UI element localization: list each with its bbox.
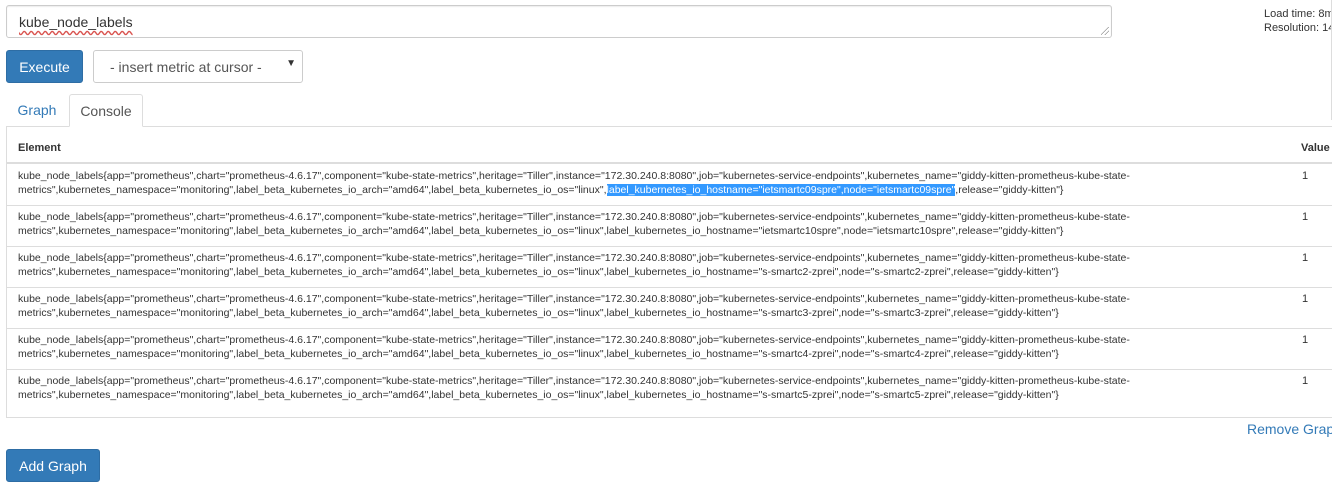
element-cell: kube_node_labels{app="prometheus",chart=… [18, 333, 1218, 361]
expression-input[interactable]: kube_node_labels [6, 5, 1112, 38]
value-cell: 1 [1302, 334, 1309, 346]
tab-console[interactable]: Console [69, 94, 143, 127]
element-text: metrics",kubernetes_namespace="monitorin… [18, 266, 1059, 278]
element-text: kube_node_labels{app="prometheus",chart=… [18, 293, 1130, 305]
element-cell: kube_node_labels{app="prometheus",chart=… [18, 292, 1218, 320]
table-row: kube_node_labels{app="prometheus",chart=… [7, 246, 1332, 287]
element-cell: kube_node_labels{app="prometheus",chart=… [18, 169, 1218, 197]
value-cell: 1 [1302, 170, 1309, 182]
element-text-part: metrics",kubernetes_namespace="monitorin… [18, 184, 607, 196]
element-text-part: ,release="giddy-kitten"} [955, 184, 1064, 196]
element-cell: kube_node_labels{app="prometheus",chart=… [18, 374, 1218, 402]
expression-text: kube_node_labels [19, 14, 133, 30]
table-header: Element Value [7, 126, 1332, 164]
resolution: Resolution: 14 [1264, 22, 1332, 34]
column-header-element: Element [18, 142, 61, 154]
element-text: metrics",kubernetes_namespace="monitorin… [18, 183, 1218, 197]
query-stats: Load time: 8m Resolution: 14 [1264, 7, 1332, 35]
insert-metric-select[interactable]: - insert metric at cursor - ▼ [93, 50, 303, 83]
tab-bar: Graph Console [6, 94, 1332, 127]
resize-grip-icon[interactable] [1101, 27, 1109, 35]
element-text: kube_node_labels{app="prometheus",chart=… [18, 334, 1130, 346]
table-row: kube_node_labels{app="prometheus",chart=… [7, 164, 1332, 205]
element-text: kube_node_labels{app="prometheus",chart=… [18, 252, 1130, 264]
console-panel: Element Value kube_node_labels{app="prom… [6, 126, 1332, 418]
remove-graph-link[interactable]: Remove Grap [1247, 421, 1332, 437]
row-divider [7, 328, 1332, 329]
row-divider [7, 287, 1332, 288]
table-row: kube_node_labels{app="prometheus",chart=… [7, 287, 1332, 328]
value-cell: 1 [1302, 293, 1309, 305]
element-cell: kube_node_labels{app="prometheus",chart=… [18, 210, 1218, 238]
element-cell: kube_node_labels{app="prometheus",chart=… [18, 251, 1218, 279]
insert-metric-select-value: - insert metric at cursor - [110, 59, 262, 75]
row-divider [7, 369, 1332, 370]
element-text: kube_node_labels{app="prometheus",chart=… [18, 211, 1130, 223]
column-header-value: Value [1301, 142, 1330, 154]
element-text: metrics",kubernetes_namespace="monitorin… [18, 389, 1059, 401]
element-text: metrics",kubernetes_namespace="monitorin… [18, 225, 1064, 237]
value-cell: 1 [1302, 375, 1309, 387]
value-cell: 1 [1302, 211, 1309, 223]
table-row: kube_node_labels{app="prometheus",chart=… [7, 328, 1332, 369]
element-text: metrics",kubernetes_namespace="monitorin… [18, 348, 1059, 360]
table-row: kube_node_labels{app="prometheus",chart=… [7, 205, 1332, 246]
add-graph-button[interactable]: Add Graph [6, 449, 100, 482]
element-text: metrics",kubernetes_namespace="monitorin… [18, 307, 1059, 319]
tab-graph[interactable]: Graph [6, 94, 68, 126]
row-divider [7, 205, 1332, 206]
element-text: kube_node_labels{app="prometheus",chart=… [18, 170, 1130, 182]
value-cell: 1 [1302, 252, 1309, 264]
row-divider [7, 246, 1332, 247]
table-row: kube_node_labels{app="prometheus",chart=… [7, 369, 1332, 410]
element-text: kube_node_labels{app="prometheus",chart=… [18, 375, 1130, 387]
caret-down-icon: ▼ [286, 58, 296, 69]
selected-text: label_kubernetes_io_hostname="ietsmartc0… [606, 184, 956, 196]
load-time: Load time: 8m [1264, 8, 1332, 20]
execute-button[interactable]: Execute [6, 50, 83, 83]
